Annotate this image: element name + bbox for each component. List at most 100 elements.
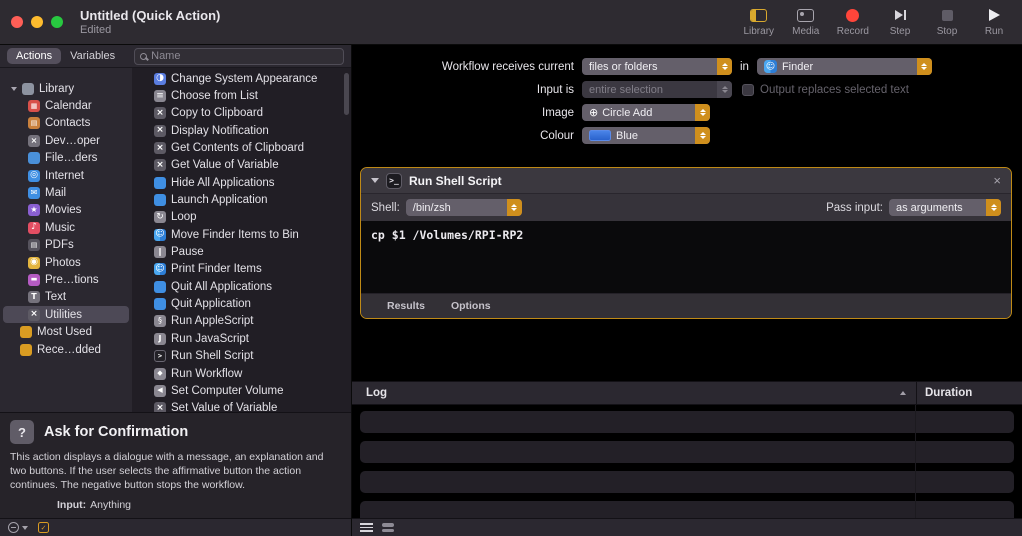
copy-to-clipboard-icon bbox=[154, 107, 166, 120]
action-item[interactable]: Pause bbox=[132, 243, 351, 260]
search-field[interactable] bbox=[134, 47, 344, 65]
run-toolbar-button[interactable]: Run bbox=[978, 7, 1010, 37]
close-window-button[interactable] bbox=[11, 16, 23, 28]
action-item[interactable]: Run JavaScript bbox=[132, 330, 351, 347]
shell-script-editor[interactable]: cp $1 /Volumes/RPI-RP2 bbox=[361, 221, 1011, 293]
action-item[interactable]: Display Notification bbox=[132, 122, 351, 139]
shell-block-header[interactable]: Run Shell Script × bbox=[361, 168, 1011, 194]
sidebar-item-files-folders[interactable]: File…ders bbox=[3, 150, 129, 167]
image-dropdown[interactable]: Circle Add bbox=[582, 104, 710, 121]
loop-icon bbox=[154, 211, 166, 224]
sidebar-item-calendar[interactable]: Calendar bbox=[3, 97, 129, 114]
history-icon bbox=[8, 522, 19, 533]
sidebar-item-pdfs[interactable]: PDFs bbox=[3, 237, 129, 254]
action-item[interactable]: Set Value of Variable bbox=[132, 400, 351, 412]
sidebar-item-music[interactable]: Music bbox=[3, 219, 129, 236]
sidebar-item-movies[interactable]: Movies bbox=[3, 202, 129, 219]
action-item[interactable]: Print Finder Items bbox=[132, 261, 351, 278]
music-icon bbox=[28, 221, 40, 234]
sidebar-item-photos[interactable]: Photos bbox=[3, 254, 129, 271]
launch-application-icon bbox=[154, 194, 166, 207]
tab-variables[interactable]: Variables bbox=[61, 48, 124, 64]
ask-for-confirmation-icon: ? bbox=[10, 420, 34, 444]
log-column-header[interactable]: Log bbox=[352, 387, 900, 399]
action-item[interactable]: Run AppleScript bbox=[132, 313, 351, 330]
input-value: Anything bbox=[90, 498, 132, 511]
action-item[interactable]: Run Workflow bbox=[132, 365, 351, 382]
application-dropdown[interactable]: Finder bbox=[756, 58, 932, 75]
action-item[interactable]: Copy to Clipboard bbox=[132, 105, 351, 122]
disclosure-chevron-icon[interactable] bbox=[11, 86, 17, 91]
sidebar-item-presentations[interactable]: Pre…tions bbox=[3, 271, 129, 288]
stop-toolbar-button: Stop bbox=[931, 7, 963, 37]
record-toolbar-button[interactable]: Record bbox=[837, 7, 869, 37]
collapse-chevron-icon[interactable] bbox=[371, 178, 379, 183]
sidebar-item-recently-added[interactable]: Rece…dded bbox=[3, 341, 129, 358]
sidebar-item-text[interactable]: Text bbox=[3, 289, 129, 306]
colour-dropdown[interactable]: Blue bbox=[582, 127, 710, 144]
print-finder-items-icon bbox=[154, 263, 166, 276]
developer-icon bbox=[28, 134, 40, 147]
minimize-window-button[interactable] bbox=[31, 16, 43, 28]
sidebar-item-contacts[interactable]: Contacts bbox=[3, 115, 129, 132]
photos-icon bbox=[28, 256, 40, 269]
action-item[interactable]: Change System Appearance bbox=[132, 70, 351, 87]
workflow-receives-dropdown[interactable]: files or folders bbox=[582, 58, 732, 75]
search-input[interactable] bbox=[151, 50, 338, 62]
sidebar-item-internet[interactable]: Internet bbox=[3, 167, 129, 184]
step-toolbar-button[interactable]: Step bbox=[884, 7, 916, 37]
action-item[interactable]: Quit Application bbox=[132, 295, 351, 312]
sidebar-item-developer[interactable]: Dev…oper bbox=[3, 132, 129, 149]
results-button[interactable]: Results bbox=[387, 300, 425, 312]
action-item[interactable]: Hide All Applications bbox=[132, 174, 351, 191]
action-item[interactable]: Get Value of Variable bbox=[132, 157, 351, 174]
recently-added-folder-icon bbox=[20, 343, 32, 356]
action-item[interactable]: Quit All Applications bbox=[132, 278, 351, 295]
run-workflow-icon bbox=[154, 367, 166, 380]
media-toolbar-button[interactable]: Media bbox=[790, 7, 822, 37]
list-view-toggle[interactable] bbox=[360, 523, 373, 532]
sidebar-item-utilities[interactable]: Utilities bbox=[3, 306, 129, 324]
action-item[interactable]: Loop bbox=[132, 209, 351, 226]
stack-view-toggle[interactable] bbox=[382, 523, 394, 532]
quit-all-applications-icon bbox=[154, 280, 166, 293]
shell-label: Shell: bbox=[371, 201, 400, 214]
action-item[interactable]: Move Finder Items to Bin bbox=[132, 226, 351, 243]
workflow-history-button[interactable] bbox=[8, 522, 28, 533]
circle-add-icon bbox=[589, 107, 598, 118]
media-icon bbox=[797, 8, 815, 22]
pass-input-dropdown[interactable]: as arguments bbox=[889, 199, 1001, 216]
sidebar-item-most-used[interactable]: Most Used bbox=[3, 323, 129, 340]
change-system-appearance-icon bbox=[154, 72, 166, 85]
files-folders-icon bbox=[28, 152, 40, 165]
colour-label: Colour bbox=[540, 129, 574, 142]
description-title: Ask for Confirmation bbox=[44, 424, 189, 440]
tab-actions[interactable]: Actions bbox=[7, 48, 62, 64]
sort-caret-icon bbox=[900, 391, 906, 395]
sidebar-item-library[interactable]: Library bbox=[3, 80, 129, 97]
action-item[interactable]: Choose from List bbox=[132, 87, 351, 104]
action-item[interactable]: Set Computer Volume bbox=[132, 382, 351, 399]
checkbox-status-icon[interactable] bbox=[38, 522, 49, 533]
record-icon bbox=[846, 8, 860, 22]
options-button[interactable]: Options bbox=[451, 300, 491, 312]
output-replaces-checkbox bbox=[742, 83, 754, 96]
set-computer-volume-icon bbox=[154, 384, 166, 397]
library-toolbar-button[interactable]: Library bbox=[743, 7, 775, 37]
close-action-button[interactable]: × bbox=[993, 174, 1001, 187]
action-item[interactable]: Launch Application bbox=[132, 191, 351, 208]
dropdown-caret-icon bbox=[916, 58, 932, 75]
duration-column-header[interactable]: Duration bbox=[916, 382, 1022, 404]
shell-block-footer: Results Options bbox=[361, 293, 1011, 318]
zoom-window-button[interactable] bbox=[51, 16, 63, 28]
actions-scrollbar[interactable] bbox=[344, 73, 349, 115]
calendar-icon bbox=[28, 100, 40, 113]
choose-from-list-icon bbox=[154, 90, 166, 103]
dropdown-caret-icon bbox=[695, 104, 710, 121]
sidebar-item-mail[interactable]: Mail bbox=[3, 184, 129, 201]
action-item[interactable]: Run Shell Script bbox=[132, 348, 351, 365]
dropdown-caret-icon bbox=[695, 127, 710, 144]
action-item[interactable]: Get Contents of Clipboard bbox=[132, 139, 351, 156]
dropdown-caret-icon bbox=[717, 58, 732, 75]
shell-dropdown[interactable]: /bin/zsh bbox=[405, 199, 522, 216]
